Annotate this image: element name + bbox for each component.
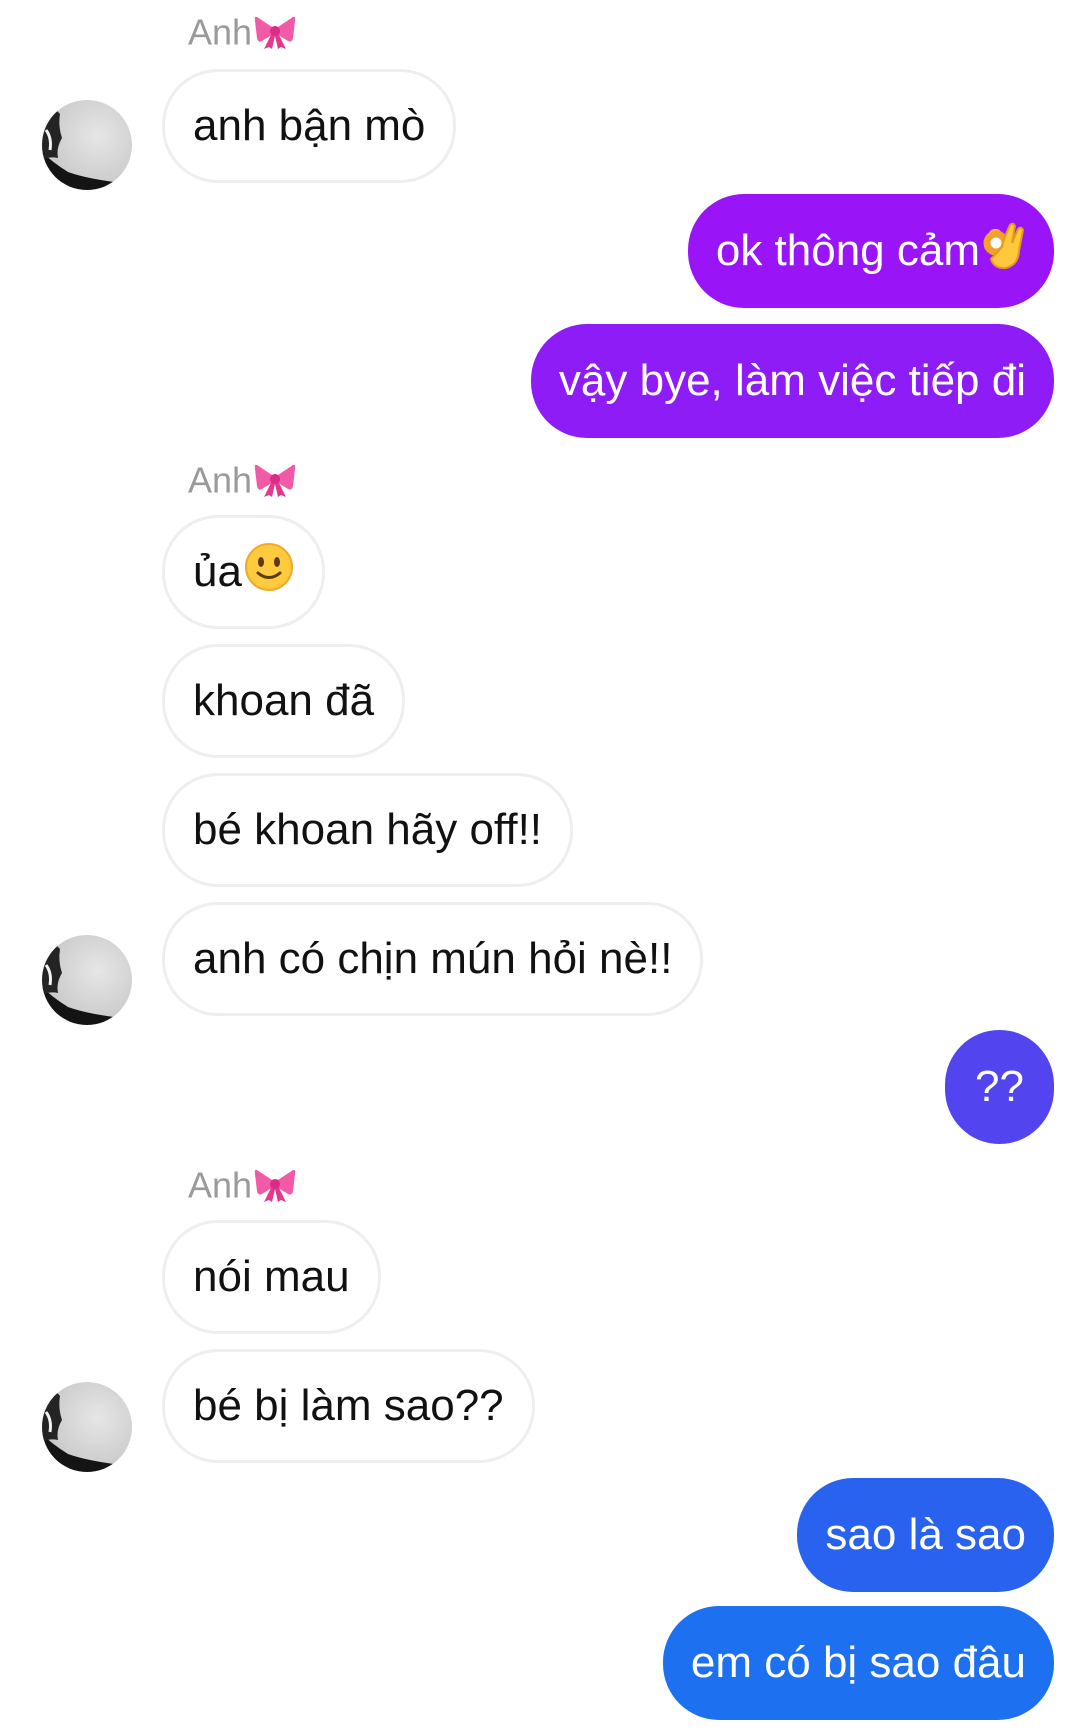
ok-hand-icon bbox=[982, 221, 1026, 282]
ribbon-bow-icon bbox=[254, 1165, 296, 1211]
message-bubble-incoming[interactable]: anh bận mò bbox=[162, 69, 457, 183]
message-bubble-incoming[interactable]: anh có chịn mún hỏi nè!! bbox=[162, 902, 704, 1016]
message-bubble-incoming[interactable]: bé khoan hãy off!! bbox=[162, 773, 574, 887]
message-bubble-outgoing[interactable]: vậy bye, làm việc tiếp đi bbox=[530, 324, 1054, 438]
message-bubble-outgoing[interactable]: ok thông cảm bbox=[687, 194, 1054, 308]
message-text: ?? bbox=[975, 1062, 1024, 1111]
ribbon-bow-icon bbox=[254, 12, 296, 58]
message-bubble-incoming[interactable]: ủa bbox=[162, 515, 325, 629]
message-text: anh bận mò bbox=[193, 101, 426, 150]
message-text: anh có chịn mún hỏi nè!! bbox=[193, 934, 673, 983]
sender-name-text: Anh bbox=[188, 459, 253, 501]
message-bubble-outgoing[interactable]: ?? bbox=[945, 1030, 1054, 1144]
message-text: em có bị sao đâu bbox=[690, 1638, 1026, 1687]
message-bubble-incoming[interactable]: khoan đã bbox=[162, 644, 406, 758]
message-text: sao là sao bbox=[825, 1510, 1026, 1559]
sender-name-text: Anh bbox=[188, 1164, 253, 1206]
message-bubble-outgoing[interactable]: em có bị sao đâu bbox=[662, 1606, 1054, 1720]
sender-name-text: Anh bbox=[188, 11, 253, 53]
avatar[interactable] bbox=[42, 935, 132, 1025]
avatar[interactable] bbox=[42, 100, 132, 190]
message-text: bé bị làm sao?? bbox=[193, 1381, 504, 1430]
message-text: vậy bye, làm việc tiếp đi bbox=[558, 356, 1026, 405]
message-text: bé khoan hãy off!! bbox=[193, 805, 543, 854]
sender-name: Anh bbox=[188, 12, 296, 58]
sender-name: Anh bbox=[188, 460, 296, 506]
avatar[interactable] bbox=[42, 1382, 132, 1472]
message-text: nói mau bbox=[193, 1252, 350, 1301]
message-bubble-outgoing[interactable]: sao là sao bbox=[797, 1478, 1054, 1592]
message-text: khoan đã bbox=[193, 676, 375, 725]
message-bubble-incoming[interactable]: bé bị làm sao?? bbox=[162, 1349, 535, 1463]
ribbon-bow-icon bbox=[254, 460, 296, 506]
message-bubble-incoming[interactable]: nói mau bbox=[162, 1220, 381, 1334]
slightly-smiling-face-icon bbox=[244, 542, 294, 603]
message-text: ủa bbox=[193, 547, 242, 596]
sender-name: Anh bbox=[188, 1165, 296, 1211]
message-text: ok thông cảm bbox=[715, 226, 980, 275]
